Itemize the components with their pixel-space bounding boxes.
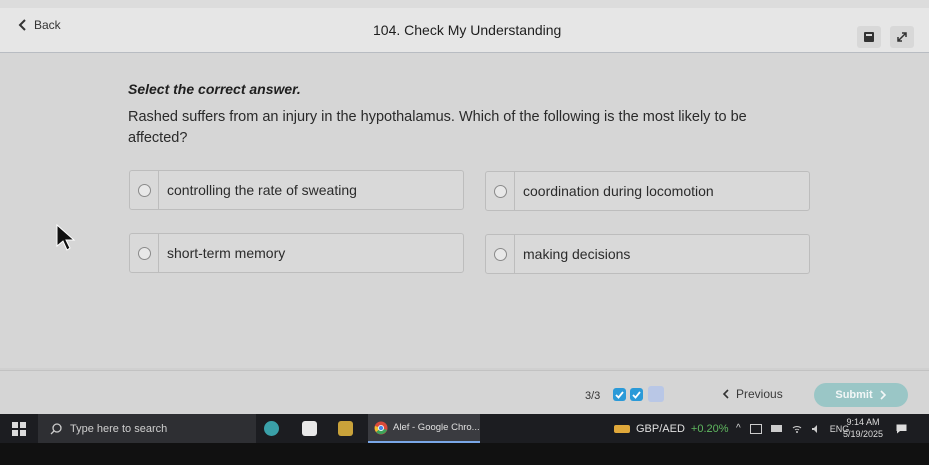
progress-dot-complete[interactable] [630, 388, 643, 401]
radio-button[interactable] [137, 246, 151, 260]
submit-button[interactable]: Submit [814, 383, 908, 407]
network-icon[interactable] [749, 423, 762, 434]
instruction-text: Select the correct answer. [128, 81, 301, 97]
calendar-app-icon[interactable] [302, 421, 317, 436]
chevron-left-icon [722, 389, 729, 399]
windows-logo-icon [12, 421, 26, 436]
system-tray: ^ ENG [736, 414, 849, 443]
file-explorer-icon[interactable] [338, 421, 353, 436]
chevron-right-icon [880, 390, 886, 400]
submit-label: Submit [835, 389, 873, 401]
mouse-cursor-icon [56, 224, 76, 251]
start-button[interactable] [12, 414, 26, 443]
previous-label: Previous [736, 387, 783, 401]
chrome-icon [374, 421, 388, 434]
question-text: Rashed suffers from an injury in the hyp… [128, 109, 747, 146]
wifi-icon[interactable] [792, 424, 802, 434]
notification-icon [896, 424, 907, 433]
option-label: controlling the rate of sweating [167, 182, 357, 198]
answer-option-1[interactable]: controlling the rate of sweating [129, 170, 464, 210]
option-label: coordination during locomotion [523, 183, 714, 199]
fullscreen-button[interactable] [890, 26, 914, 48]
battery-icon[interactable] [770, 425, 783, 432]
monitor-bezel [0, 443, 929, 465]
check-icon [632, 391, 641, 399]
page-title: 104. Check My Understanding [373, 22, 562, 38]
windows-taskbar: Type here to search Alef - Google Chro..… [0, 414, 929, 443]
navigation-footer: 3/3 Previous Submit [0, 370, 929, 415]
taskbar-chrome-app[interactable]: Alef - Google Chro... [368, 414, 480, 443]
answer-option-2[interactable]: coordination during locomotion [485, 171, 810, 211]
chevron-up-icon[interactable]: ^ [736, 423, 741, 434]
search-placeholder: Type here to search [70, 422, 168, 435]
weather-app-icon[interactable] [264, 421, 279, 436]
question-counter: 3/3 [585, 390, 601, 402]
clock-date: 5/19/2025 [842, 429, 884, 439]
calculator-icon [864, 32, 874, 42]
notification-button[interactable] [896, 414, 907, 443]
radio-button[interactable] [493, 247, 507, 261]
active-app-label: Alef - Google Chro... [393, 422, 480, 433]
top-bar: Back 104. Check My Understanding [0, 8, 929, 53]
ticker-label: GBP/AED [636, 422, 685, 435]
answer-option-4[interactable]: making decisions [485, 234, 810, 274]
ticker-change: +0.20% [690, 422, 729, 435]
clock-time: 9:14 AM [846, 417, 880, 427]
radio-cell [130, 171, 159, 209]
app-window: Back 104. Check My Understanding Select … [0, 0, 929, 415]
back-label: Back [34, 18, 61, 32]
radio-cell [130, 234, 159, 272]
expand-icon [897, 32, 907, 42]
search-icon [50, 422, 62, 434]
radio-button[interactable] [493, 184, 507, 198]
check-icon [615, 391, 624, 399]
taskbar-search[interactable]: Type here to search [38, 414, 256, 443]
stock-ticker[interactable]: GBP/AED +0.20% [614, 414, 729, 443]
back-button[interactable]: Back [18, 18, 61, 32]
previous-button[interactable]: Previous [722, 387, 783, 401]
clock[interactable]: 9:14 AM 5/19/2025 [836, 416, 890, 440]
progress-dot-complete[interactable] [613, 388, 626, 401]
progress-dot-current[interactable] [648, 386, 664, 402]
calculator-button[interactable] [857, 26, 881, 48]
option-label: short-term memory [167, 245, 286, 261]
chevron-left-icon [18, 19, 26, 31]
volume-icon[interactable] [811, 424, 821, 434]
question-area: Select the correct answer. Rashed suffer… [0, 53, 929, 368]
radio-cell [486, 172, 515, 210]
option-label: making decisions [523, 246, 631, 262]
stock-chart-icon [614, 424, 630, 433]
radio-cell [486, 235, 515, 273]
answer-option-3[interactable]: short-term memory [129, 233, 464, 273]
radio-button[interactable] [137, 183, 151, 197]
